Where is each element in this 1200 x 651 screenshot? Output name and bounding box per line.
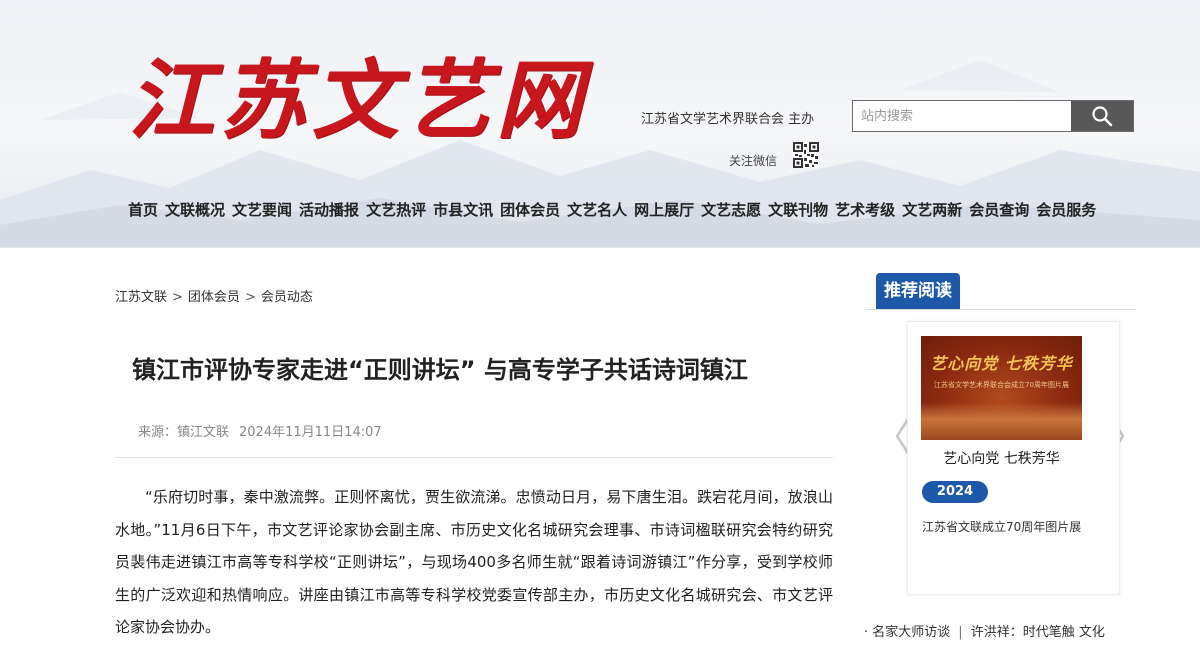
breadcrumb: 江苏文联 > 团体会员 > 会员动态 xyxy=(115,286,313,305)
search-input[interactable] xyxy=(853,101,1071,131)
article-date: 2024年11月11日14:07 xyxy=(239,425,382,440)
recommended-caption[interactable]: 艺心向党 七秩芳华 xyxy=(908,448,1095,468)
banner-subtitle: 江苏省文学艺术界联合会成立70周年图片展 xyxy=(934,381,1069,389)
recommended-banner-image[interactable]: 艺心向党 七秩芳华 江苏省文学艺术界联合会成立70周年图片展 xyxy=(921,336,1082,440)
recommended-description[interactable]: 江苏省文联成立70周年图片展 xyxy=(922,516,1090,538)
carousel-prev-arrow[interactable]: 〈 xyxy=(872,418,912,458)
follow-wechat-label: 关注微信 xyxy=(729,154,778,168)
banner-decoration xyxy=(921,402,1082,440)
host-label: 江苏省文学艺术界联合会 主办 xyxy=(641,112,815,127)
breadcrumb-separator: > xyxy=(172,290,183,305)
nav-item-news[interactable]: 文艺要闻 xyxy=(232,199,292,221)
article-meta: 来源：镇江文联 2024年11月11日14:07 xyxy=(138,421,382,440)
tab-recommended-reading[interactable]: 推荐阅读 xyxy=(876,273,960,309)
year-badge: 2024 xyxy=(922,481,988,503)
search-icon xyxy=(1092,106,1113,127)
recommended-header: 推荐阅读 xyxy=(866,273,1136,310)
news-ticker: · 名家大师访谈 | 许洪祥：时代笔触 文化 xyxy=(864,621,1132,640)
nav-item-art-exams[interactable]: 艺术考级 xyxy=(835,199,895,221)
nav-item-member-query[interactable]: 会员查询 xyxy=(969,199,1029,221)
breadcrumb-item-group-members[interactable]: 团体会员 xyxy=(188,290,240,305)
qr-code-icon[interactable] xyxy=(793,142,819,168)
article-title: 镇江市评协专家走进“正则讲坛” 与高专学子共话诗词镇江 xyxy=(132,356,748,384)
nav-item-member-services[interactable]: 会员服务 xyxy=(1036,199,1096,221)
breadcrumb-item-member-news[interactable]: 会员动态 xyxy=(261,290,313,305)
ticker-item-interviews[interactable]: 名家大师访谈 xyxy=(872,625,950,640)
article-source: 来源：镇江文联 xyxy=(138,425,230,440)
nav-item-events[interactable]: 活动播报 xyxy=(299,199,359,221)
nav-item-online-gallery[interactable]: 网上展厅 xyxy=(634,199,694,221)
nav-item-celebrities[interactable]: 文艺名人 xyxy=(567,199,627,221)
banner-title: 艺心向党 七秩芳华 xyxy=(930,354,1073,373)
site-logo[interactable]: 江苏文艺网 xyxy=(128,30,588,155)
ticker-bullet: · xyxy=(864,625,869,640)
ticker-item-article[interactable]: 许洪祥：时代笔触 文化 xyxy=(971,625,1105,640)
nav-item-city-news[interactable]: 市县文讯 xyxy=(433,199,493,221)
nav-item-volunteers[interactable]: 文艺志愿 xyxy=(701,199,761,221)
site-header: 江苏文艺网 江苏省文学艺术界联合会 主办 关注微信 首页 xyxy=(0,0,1200,248)
search-box xyxy=(852,100,1134,132)
breadcrumb-separator: > xyxy=(244,290,256,305)
nav-item-group-members[interactable]: 团体会员 xyxy=(500,199,560,221)
nav-item-home[interactable]: 首页 xyxy=(128,199,158,221)
nav-item-publications[interactable]: 文联刊物 xyxy=(768,199,828,221)
search-button[interactable] xyxy=(1070,101,1133,131)
nav-item-overview[interactable]: 文联概况 xyxy=(165,199,225,221)
divider xyxy=(115,457,833,458)
nav-item-reviews[interactable]: 文艺热评 xyxy=(366,199,426,221)
breadcrumb-item-jiangsu-federation[interactable]: 江苏文联 xyxy=(115,290,167,305)
main-nav: 首页 文联概况 文艺要闻 活动播报 文艺热评 市县文讯 团体会员 文艺名人 网上… xyxy=(128,199,1096,221)
nav-item-two-new[interactable]: 文艺两新 xyxy=(902,199,962,221)
recommended-card[interactable]: 艺心向党 七秩芳华 江苏省文学艺术界联合会成立70周年图片展 艺心向党 七秩芳华… xyxy=(907,321,1120,595)
article-body: “乐府切时事，秦中激流弊。正则怀离忧，贾生欲流涕。忠愤动日月，易下唐生泪。跌宕花… xyxy=(115,488,833,636)
ticker-separator: | xyxy=(958,625,963,640)
